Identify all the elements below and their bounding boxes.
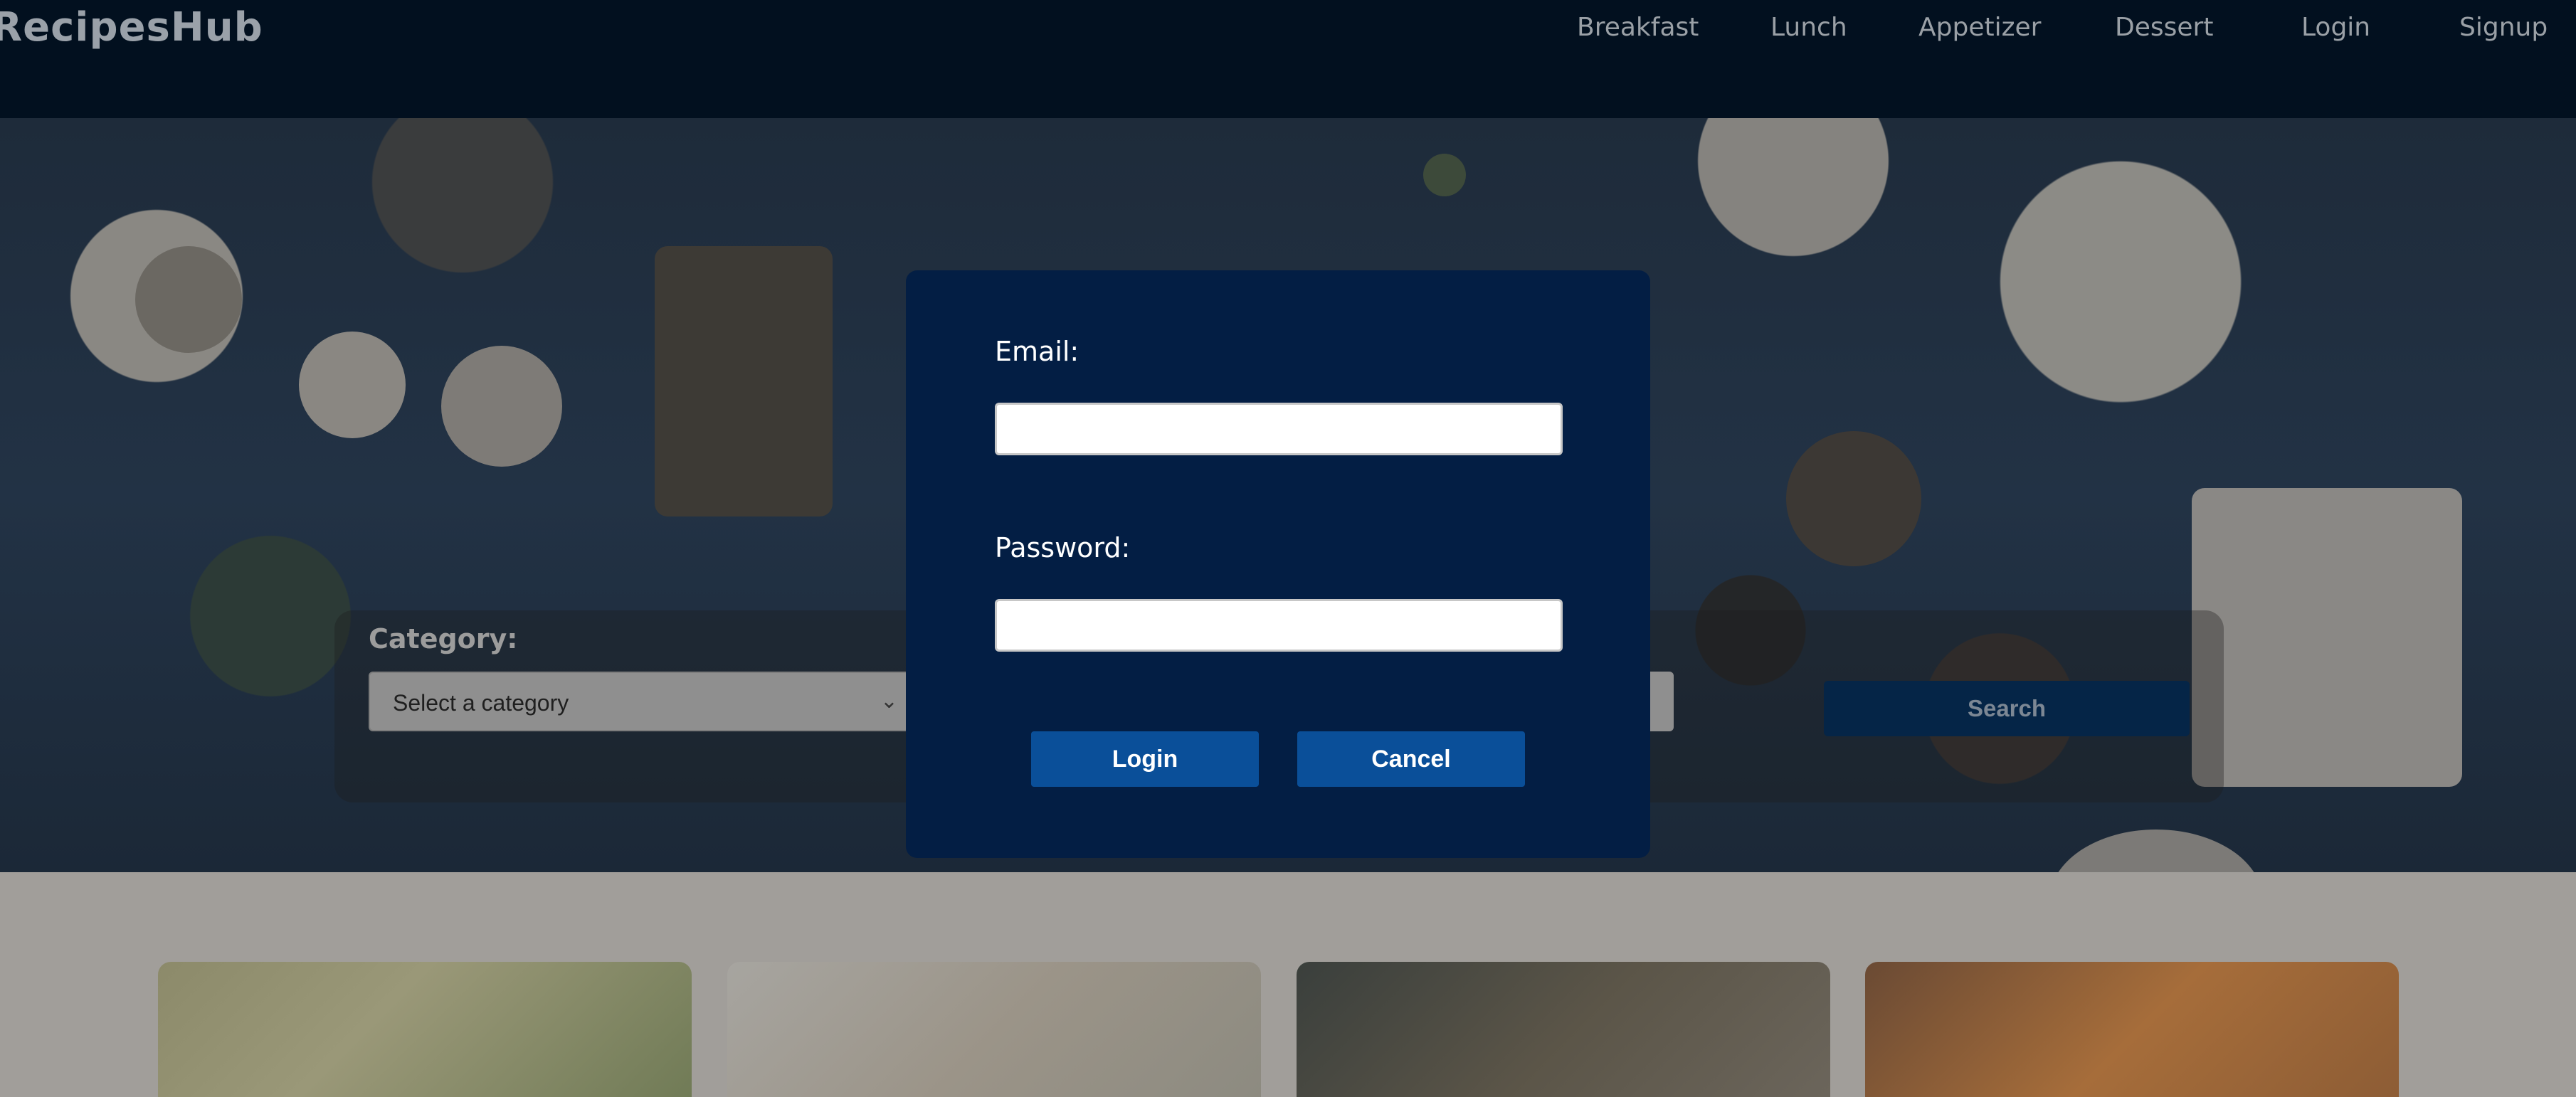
recipe-card[interactable] (1865, 962, 2399, 1097)
nav-login[interactable]: Login (2301, 13, 2370, 42)
plate-decoration (441, 346, 562, 467)
plate-decoration (2049, 830, 2263, 872)
cancel-button[interactable]: Cancel (1297, 731, 1525, 787)
category-label: Category: (369, 623, 518, 655)
email-label: Email: (995, 336, 1080, 367)
password-field[interactable] (995, 599, 1563, 652)
chevron-down-icon: ⌄ (880, 689, 898, 713)
login-modal: Email: Password: Login Cancel (906, 270, 1650, 858)
brand-logo[interactable]: RecipesHub (0, 4, 263, 51)
nav-signup[interactable]: Signup (2459, 13, 2548, 42)
plate-decoration (135, 246, 242, 353)
nav-breakfast[interactable]: Breakfast (1577, 13, 1699, 42)
plate-decoration (1786, 431, 1921, 566)
board-decoration (655, 246, 833, 516)
password-label: Password: (995, 532, 1131, 563)
email-field[interactable] (995, 403, 1563, 455)
category-select[interactable]: Select a category ⌄ (369, 672, 909, 731)
recipe-card[interactable] (1297, 962, 1830, 1097)
navbar: RecipesHub Breakfast Lunch Appetizer Des… (0, 0, 2576, 118)
nav-appetizer[interactable]: Appetizer (1918, 13, 2041, 42)
board-decoration (2192, 488, 2462, 787)
recipe-card[interactable] (727, 962, 1261, 1097)
nav-dessert[interactable]: Dessert (2115, 13, 2213, 42)
nav-lunch[interactable]: Lunch (1770, 13, 1847, 42)
category-select-value: Select a category (393, 690, 569, 716)
search-button[interactable]: Search (1824, 681, 2190, 736)
recipe-card[interactable] (158, 962, 692, 1097)
login-button[interactable]: Login (1031, 731, 1259, 787)
plate-decoration (1423, 154, 1466, 196)
plate-decoration (299, 332, 406, 438)
